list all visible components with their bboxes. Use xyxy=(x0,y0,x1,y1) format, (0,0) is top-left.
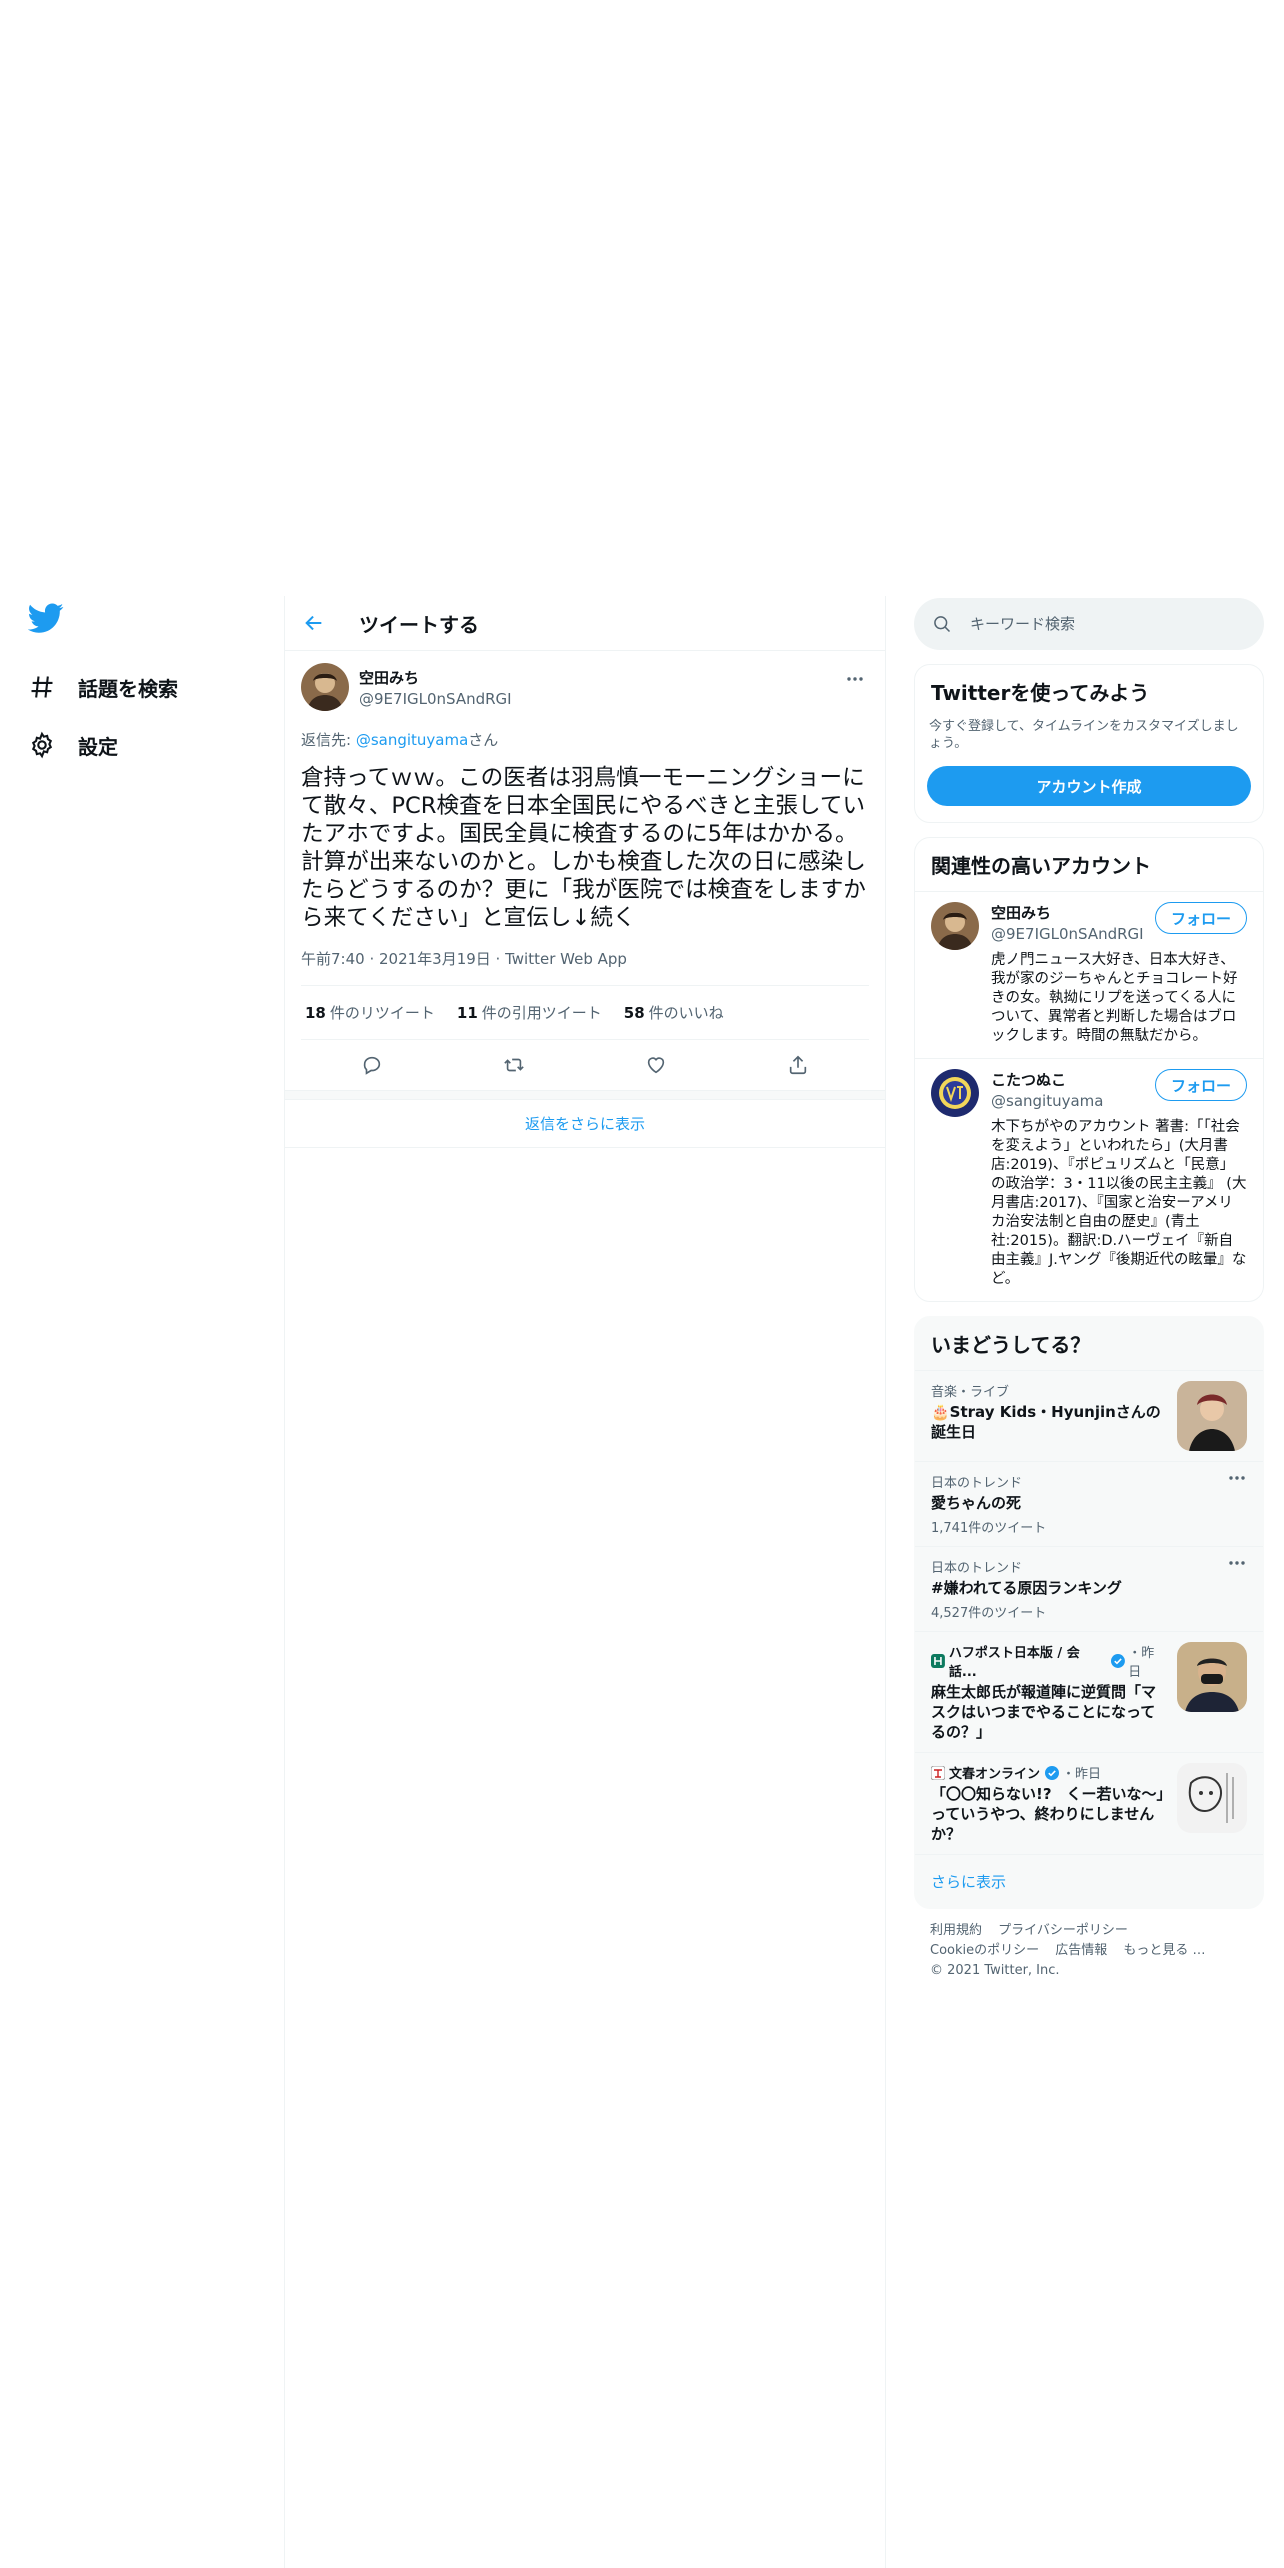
account-body: こたつぬこ @sangituyama フォロー 木下ちがやのアカウント 著書:「… xyxy=(991,1069,1247,1289)
account-item[interactable]: 空田みち @9E7IGL0nSAndRGI フォロー 虎ノ門ニュース大好き、日本… xyxy=(915,891,1263,1058)
news-time: ・昨日 xyxy=(1062,1767,1102,1782)
trends-card: いまどうしてる？ 音楽・ライブ 🎂Stray Kids・Hyunjinさんの誕生… xyxy=(914,1316,1264,1909)
more-options-icon[interactable] xyxy=(1227,1474,1247,1482)
main-column: ツイートする 空田みち @9E7IGL0nSAndRGI 返信先: @sangi… xyxy=(284,596,886,2568)
signup-card: Twitterを使ってみよう 今すぐ登録して、タイムラインをカスタマイズしましょ… xyxy=(914,664,1264,823)
account-body: 空田みち @9E7IGL0nSAndRGI フォロー 虎ノ門ニュース大好き、日本… xyxy=(991,902,1247,1046)
news-source-row: 文春オンライン ・昨日 xyxy=(931,1763,1167,1782)
news-source: 文春オンライン xyxy=(949,1767,1041,1782)
quote-count[interactable]: 11 件の引用ツイート xyxy=(457,1002,602,1023)
right-sidebar: Twitterを使ってみよう 今すぐ登録して、タイムラインをカスタマイズしましょ… xyxy=(914,598,1264,1981)
news-time: ・昨日 xyxy=(1128,1646,1155,1680)
trend-item[interactable]: 文春オンライン ・昨日 「〇〇知らない!? くー若いな～」っていうやつ、終わりに… xyxy=(915,1752,1263,1854)
trend-thumbnail xyxy=(1177,1763,1247,1833)
more-options-icon[interactable] xyxy=(1227,1559,1247,1567)
more-options-icon[interactable] xyxy=(845,675,865,683)
copyright: © 2021 Twitter, Inc. xyxy=(930,1963,1060,1978)
search-box[interactable] xyxy=(914,598,1264,650)
trend-tweet-count: 1,741件のツイート xyxy=(931,1521,1047,1536)
share-icon[interactable] xyxy=(787,1054,809,1076)
trend-thumbnail xyxy=(1177,1642,1247,1712)
reply-prefix: 返信先: xyxy=(301,731,356,749)
show-more-replies-link[interactable]: 返信をさらに表示 xyxy=(285,1100,885,1148)
related-accounts-card: 関連性の高いアカウント 空田みち @9E7IGL0nSAndRGI フォロー 虎… xyxy=(914,837,1264,1302)
trend-title: 「〇〇知らない!? くー若いな～」っていうやつ、終わりにしませんか？ xyxy=(931,1785,1165,1843)
news-source-row: ハフポスト日本版 / 会話... ・昨日 xyxy=(931,1642,1167,1680)
avatar[interactable] xyxy=(931,1069,979,1117)
tweet-author-row: 空田みち @9E7IGL0nSAndRGI xyxy=(301,663,869,711)
nav-item-settings[interactable]: 設定 xyxy=(28,716,268,774)
avatar[interactable] xyxy=(931,902,979,950)
main-header: ツイートする xyxy=(285,596,885,651)
account-bio: 虎ノ門ニュース大好き、日本大好き、我が家のジーちゃんとチョコレート好きの女。執拗… xyxy=(991,952,1238,1044)
create-account-button[interactable]: アカウント作成 xyxy=(927,766,1251,806)
huffpost-logo-icon xyxy=(931,1654,945,1668)
trend-item[interactable]: 音楽・ライブ 🎂Stray Kids・Hyunjinさんの誕生日 xyxy=(915,1370,1263,1461)
reply-icon[interactable] xyxy=(361,1054,383,1076)
account-item[interactable]: こたつぬこ @sangituyama フォロー 木下ちがやのアカウント 著書:「… xyxy=(915,1058,1263,1301)
trend-tweet-count: 4,527件のツイート xyxy=(931,1606,1047,1621)
follow-button[interactable]: フォロー xyxy=(1155,902,1247,934)
section-divider xyxy=(285,1090,885,1100)
like-heart-icon[interactable] xyxy=(645,1054,667,1076)
tweet: 空田みち @9E7IGL0nSAndRGI 返信先: @sangituyamaさ… xyxy=(285,651,885,1090)
signup-title: Twitterを使ってみよう xyxy=(931,681,1150,705)
show-more-trends-link[interactable]: さらに表示 xyxy=(915,1854,1263,1908)
trend-item[interactable]: 日本のトレンド #嫌われてる原因ランキング 4,527件のツイート xyxy=(915,1546,1263,1631)
verified-badge-icon xyxy=(1045,1765,1060,1780)
footer-link-privacy[interactable]: プライバシーポリシー xyxy=(998,1923,1128,1938)
reply-suffix: さん xyxy=(468,731,499,749)
footer: 利用規約 プライバシーポリシー Cookieのポリシー 広告情報 もっと見る …… xyxy=(914,1921,1264,1981)
search-icon xyxy=(934,616,951,633)
account-bio: 木下ちがやのアカウント 著書:「「社会を変えよう」といわれたら」(大月書店:20… xyxy=(991,1119,1247,1287)
footer-link-terms[interactable]: 利用規約 xyxy=(930,1923,982,1938)
page: 話題を検索 設定 ツイートする 空田みち @9E7IGL0nSAndRGI 返信… xyxy=(0,0,1284,2568)
page-title: ツイートする xyxy=(359,612,479,637)
author-handle[interactable]: @9E7IGL0nSAndRGI xyxy=(359,690,512,708)
author-info: 空田みち @9E7IGL0nSAndRGI xyxy=(359,667,512,708)
twitter-logo-icon[interactable] xyxy=(27,600,64,636)
retweet-icon[interactable] xyxy=(503,1054,525,1076)
reply-to-line: 返信先: @sangituyamaさん xyxy=(301,729,869,750)
trend-context: 音楽・ライブ xyxy=(931,1385,1010,1400)
nav-item-explore[interactable]: 話題を検索 xyxy=(28,658,268,716)
tweet-actions xyxy=(301,1040,869,1090)
tweet-stats: 18 件のリツイート 11 件の引用ツイート 58 件のいいね xyxy=(301,986,869,1040)
trend-title: 愛ちゃんの死 xyxy=(931,1494,1022,1512)
trend-title: #嫌われてる原因ランキング xyxy=(931,1579,1122,1597)
trend-thumbnail xyxy=(1177,1381,1247,1451)
trend-item[interactable]: 日本のトレンド 愛ちゃんの死 1,741件のツイート xyxy=(915,1461,1263,1546)
left-nav: 話題を検索 設定 xyxy=(27,600,268,774)
nav-item-label: 設定 xyxy=(78,734,118,759)
back-arrow-icon[interactable] xyxy=(303,612,325,634)
trend-title: 麻生太郎氏が報道陣に逆質問「マスクはいつまでやることになってるの？」 xyxy=(931,1683,1157,1741)
hashtag-icon xyxy=(31,676,53,698)
retweet-count[interactable]: 18 件のリツイート xyxy=(305,1002,435,1023)
signup-subtitle: 今すぐ登録して、タイムラインをカスタマイズしましょう。 xyxy=(929,719,1239,751)
trends-title: いまどうしてる？ xyxy=(931,1333,1091,1357)
trend-title: 🎂Stray Kids・Hyunjinさんの誕生日 xyxy=(931,1403,1161,1441)
tweet-timestamp[interactable]: 午前7:40 · 2021年3月19日 · Twitter Web App xyxy=(301,948,869,986)
reply-handle-link[interactable]: @sangituyama xyxy=(356,731,468,749)
verified-badge-icon xyxy=(1111,1654,1126,1668)
footer-link-ads[interactable]: 広告情報 xyxy=(1055,1943,1107,1958)
follow-button[interactable]: フォロー xyxy=(1155,1069,1247,1101)
bunshun-logo-icon xyxy=(931,1765,945,1780)
news-source: ハフポスト日本版 / 会話... xyxy=(948,1646,1080,1680)
footer-link-cookies[interactable]: Cookieのポリシー xyxy=(930,1943,1039,1958)
footer-link-more[interactable]: もっと見る … xyxy=(1123,1943,1205,1958)
trend-context: 日本のトレンド xyxy=(931,1561,1023,1576)
search-input[interactable] xyxy=(970,615,1230,633)
tweet-text: 倉持ってｗｗ。この医者は羽鳥慎一モーニングショーにて散々、PCR検査を日本全国民… xyxy=(301,765,866,931)
related-accounts-title: 関連性の高いアカウント xyxy=(931,854,1151,878)
author-name[interactable]: 空田みち xyxy=(359,667,512,688)
avatar[interactable] xyxy=(301,663,349,711)
trend-item[interactable]: ハフポスト日本版 / 会話... ・昨日 麻生太郎氏が報道陣に逆質問「マスクはい… xyxy=(915,1631,1263,1752)
trend-context: 日本のトレンド xyxy=(931,1476,1023,1491)
gear-icon xyxy=(31,731,53,759)
nav-item-label: 話題を検索 xyxy=(78,676,178,701)
like-count[interactable]: 58 件のいいね xyxy=(624,1002,724,1023)
